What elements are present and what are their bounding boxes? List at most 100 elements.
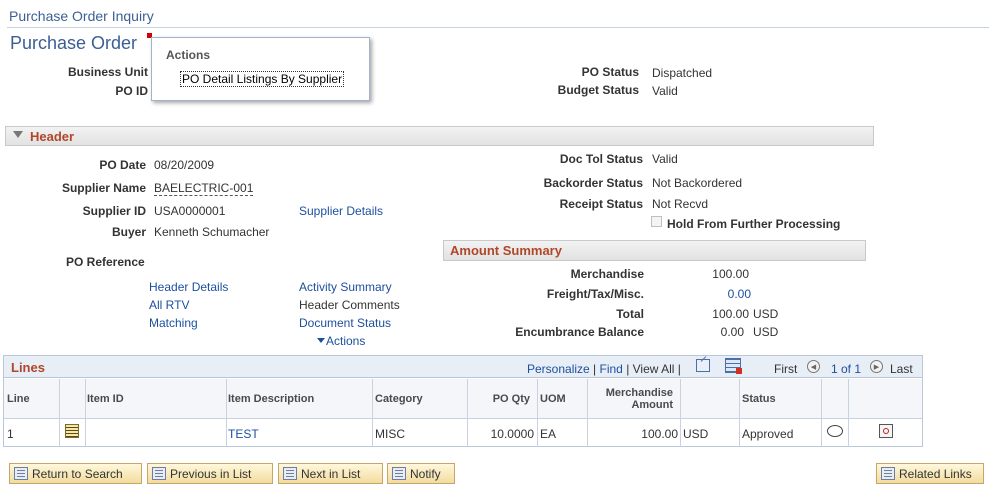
- backorder-status-value: Not Backordered: [652, 176, 743, 190]
- column-header-line[interactable]: Line: [7, 393, 30, 405]
- notify-label: Notify: [410, 466, 441, 481]
- column-divider: [372, 379, 373, 447]
- po-date-label: PO Date: [99, 158, 146, 172]
- supplier-id-value: USA0000001: [154, 204, 226, 218]
- first-label: First: [774, 362, 798, 376]
- column-divider: [739, 379, 740, 447]
- column-divider: [59, 379, 60, 447]
- next-row-icon[interactable]: ▶: [870, 360, 883, 373]
- return-to-search-button[interactable]: Return to Search: [9, 463, 142, 484]
- column-header-item-id[interactable]: Item ID: [87, 393, 124, 405]
- encumbrance-currency: USD: [753, 325, 779, 339]
- column-divider: [821, 379, 822, 447]
- notify-icon: [392, 467, 406, 480]
- supplier-name-label: Supplier Name: [61, 181, 146, 195]
- actions-link[interactable]: Actions: [326, 334, 365, 348]
- budget-status-value: Valid: [652, 84, 678, 98]
- last-label: Last: [890, 362, 913, 376]
- row-category: MISC: [375, 427, 405, 441]
- column-divider: [680, 379, 681, 447]
- previous-in-list-label: Previous in List: [170, 466, 252, 481]
- row-currency: USD: [683, 427, 709, 441]
- supplier-details-link[interactable]: Supplier Details: [299, 204, 383, 218]
- merchandise-value: 100.00: [712, 267, 749, 281]
- activity-summary-link[interactable]: Activity Summary: [299, 280, 392, 294]
- related-links-label: Related Links: [899, 466, 972, 481]
- comment-bubble-icon[interactable]: [827, 425, 843, 437]
- freight-label: Freight/Tax/Misc.: [546, 287, 644, 301]
- breadcrumb-divider: [7, 27, 989, 28]
- line-details-icon[interactable]: [65, 424, 79, 438]
- matching-link[interactable]: Matching: [149, 316, 198, 330]
- po-detail-listings-menu-item[interactable]: PO Detail Listings By Supplier: [180, 71, 345, 87]
- po-status-value: Dispatched: [652, 66, 713, 80]
- header-details-link[interactable]: Header Details: [149, 280, 228, 294]
- lines-header-row: [4, 379, 922, 419]
- column-header-po-qty[interactable]: PO Qty: [470, 393, 530, 405]
- column-header-merchandise-amount[interactable]: Merchandise Amount: [590, 387, 673, 411]
- po-date-value: 08/20/2009: [154, 158, 215, 172]
- total-label: Total: [616, 307, 644, 321]
- next-in-list-label: Next in List: [301, 466, 361, 481]
- actions-menu-title: Actions: [166, 48, 211, 62]
- receipt-status-label: Receipt Status: [559, 197, 643, 211]
- schedule-icon[interactable]: [879, 424, 893, 438]
- previous-in-list-button[interactable]: Previous in List: [147, 463, 273, 484]
- buyer-label: Buyer: [111, 225, 146, 239]
- merchandise-label: Merchandise: [570, 267, 644, 281]
- po-status-label: PO Status: [581, 65, 639, 79]
- header-section-label[interactable]: Header: [30, 129, 74, 144]
- row-line-number: 1: [7, 427, 14, 441]
- next-in-list-button[interactable]: Next in List: [278, 463, 383, 484]
- new-window-icon[interactable]: [696, 356, 710, 372]
- row-range: 1 of 1: [831, 362, 862, 376]
- buyer-value: Kenneth Schumacher: [154, 225, 270, 239]
- supplier-name-value[interactable]: BAELECTRIC-001: [154, 181, 254, 196]
- column-header-uom[interactable]: UOM: [540, 393, 566, 405]
- previous-row-icon[interactable]: ◀: [807, 360, 820, 373]
- column-divider: [226, 379, 227, 447]
- row-po-qty: 10.0000: [490, 427, 534, 441]
- budget-status-label: Budget Status: [557, 83, 639, 97]
- encumbrance-label: Encumbrance Balance: [515, 325, 644, 339]
- column-header-status[interactable]: Status: [742, 393, 776, 405]
- encumbrance-value: 0.00: [720, 325, 744, 339]
- column-divider: [467, 379, 468, 447]
- supplier-id-label: Supplier ID: [82, 204, 146, 218]
- column-header-item-description[interactable]: Item Description: [228, 393, 314, 405]
- related-links-button[interactable]: Related Links: [876, 463, 984, 484]
- all-rtv-link[interactable]: All RTV: [149, 298, 189, 312]
- related-links-icon: [881, 467, 895, 480]
- actions-popup-menu: Actions PO Detail Listings By Supplier: [151, 37, 370, 101]
- personalize-link[interactable]: Personalize: [527, 362, 590, 376]
- lines-title: Lines: [11, 360, 45, 375]
- download-grid-icon[interactable]: [725, 358, 742, 374]
- receipt-status-value: Not Recvd: [652, 197, 709, 211]
- po-reference-label: PO Reference: [66, 255, 145, 269]
- total-value: 100.00: [712, 307, 749, 321]
- doc-tol-status-value: Valid: [652, 152, 678, 166]
- next-icon: [283, 467, 297, 480]
- notify-button[interactable]: Notify: [387, 463, 455, 484]
- document-status-link[interactable]: Document Status: [299, 316, 391, 330]
- nav-separator: |: [677, 362, 681, 376]
- header-comments-link[interactable]: Header Comments: [299, 298, 400, 312]
- row-item-description-link[interactable]: TEST: [228, 427, 259, 441]
- view-all-link[interactable]: View All: [633, 362, 675, 376]
- backorder-status-label: Backorder Status: [543, 176, 643, 190]
- page-title: Purchase Order: [10, 33, 138, 53]
- header-section-bar[interactable]: [5, 126, 874, 146]
- find-link[interactable]: Find: [600, 362, 623, 376]
- column-divider: [85, 379, 86, 447]
- freight-value-link[interactable]: 0.00: [690, 287, 751, 301]
- business-unit-label: Business Unit: [67, 65, 148, 79]
- search-icon: [14, 467, 28, 480]
- collapse-triangle-icon[interactable]: [13, 131, 23, 138]
- row-status: Approved: [742, 427, 794, 441]
- total-currency: USD: [753, 307, 779, 321]
- hold-label: Hold From Further Processing: [667, 217, 841, 231]
- hold-checkbox[interactable]: [651, 216, 662, 227]
- column-header-category[interactable]: Category: [375, 393, 423, 405]
- actions-dropdown-icon[interactable]: [317, 338, 325, 343]
- doc-tol-status-label: Doc Tol Status: [559, 152, 643, 166]
